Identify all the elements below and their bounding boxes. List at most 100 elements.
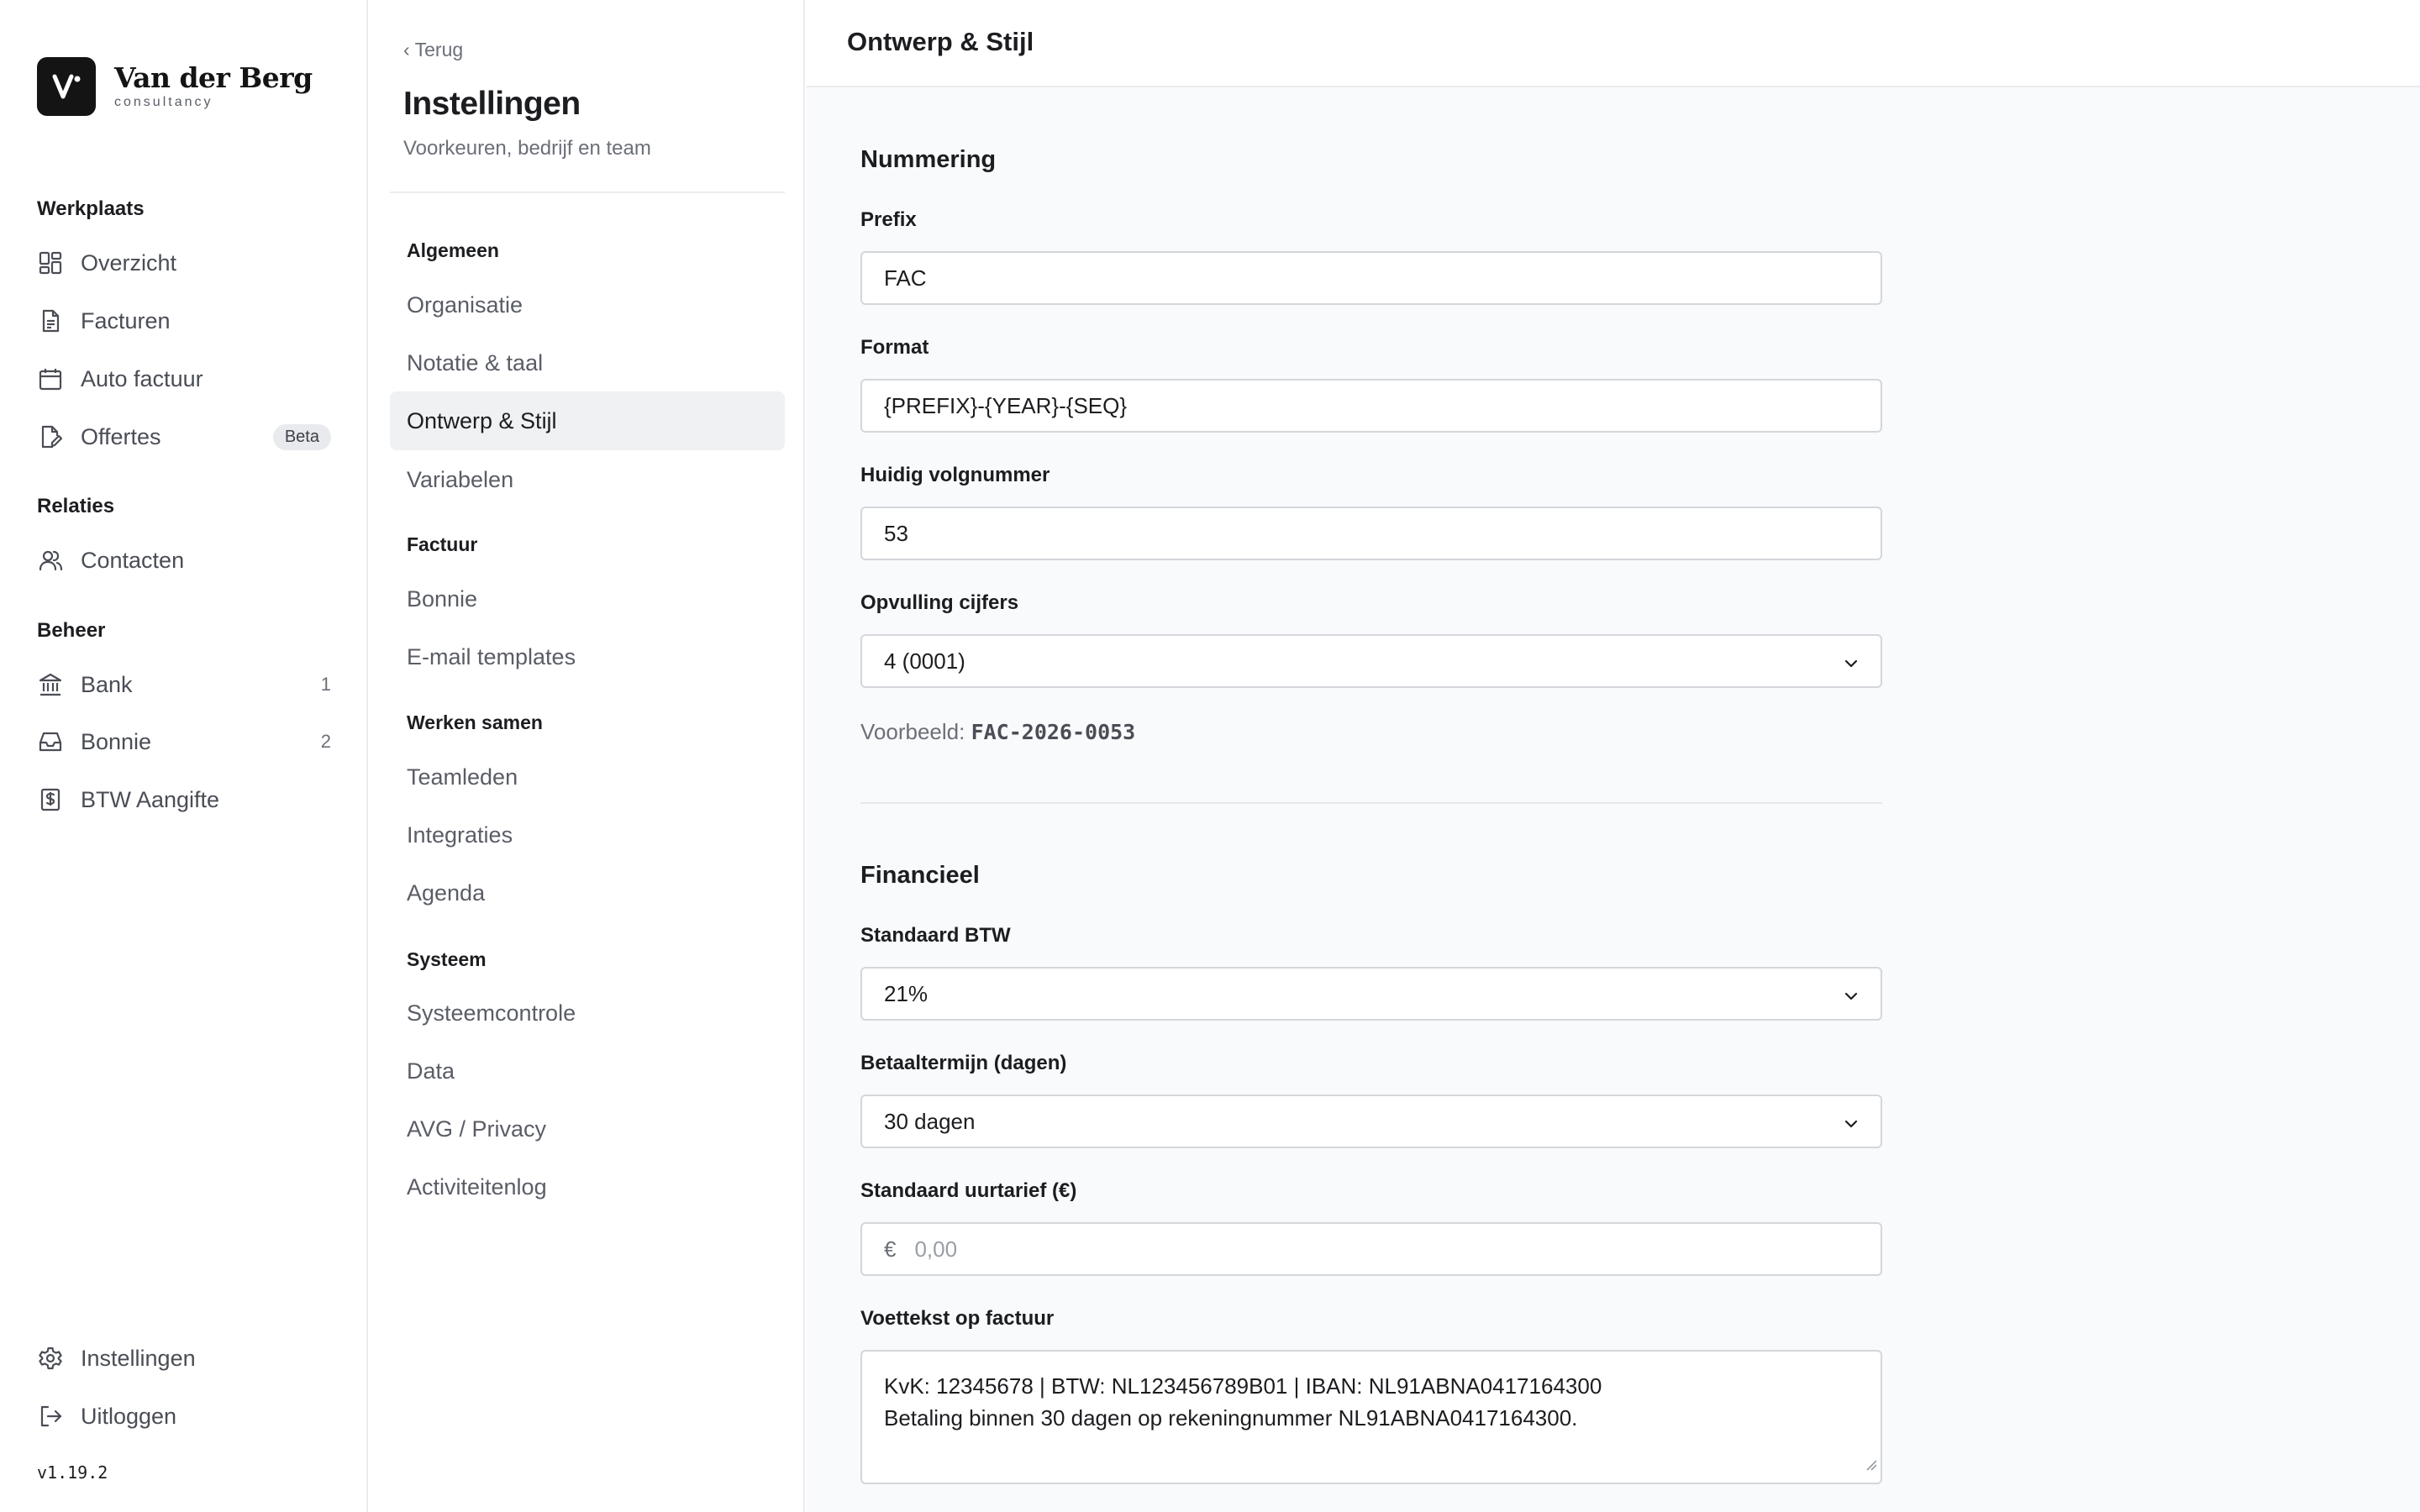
divider: [390, 192, 785, 193]
nav-section-relations: Relaties: [37, 495, 115, 517]
settings-group-team: Werken samen: [407, 711, 543, 733]
vat-value: 21%: [884, 980, 929, 1006]
nav-item-label: Contacten: [81, 547, 185, 573]
settings-item-data[interactable]: Data: [390, 1042, 785, 1100]
settings-title: Instellingen: [403, 86, 581, 122]
format-input[interactable]: {PREFIX}-{YEAR}-{SEQ}: [860, 379, 1882, 433]
section-title-financial: Financieel: [860, 862, 980, 889]
prefix-value: FAC: [884, 265, 927, 291]
logout-icon: [37, 1403, 64, 1430]
brand-logo-icon: [37, 57, 96, 116]
nav-item-auto-invoice[interactable]: Auto factuur: [37, 357, 331, 401]
settings-item-agenda[interactable]: Agenda: [390, 864, 785, 922]
settings-item-receipts[interactable]: Bonnie: [390, 570, 785, 628]
document-icon: [37, 307, 64, 334]
chevron-down-icon: [1842, 985, 1860, 1011]
nav-item-receipts[interactable]: Bonnie 2: [37, 720, 331, 764]
nav-item-logout[interactable]: Uitloggen: [37, 1394, 331, 1438]
settings-item-integrations[interactable]: Integraties: [390, 806, 785, 864]
count-badge: 2: [320, 731, 331, 752]
format-label: Format: [860, 336, 929, 359]
sequence-value: 53: [884, 520, 908, 546]
nav-item-contacts[interactable]: Contacten: [37, 538, 331, 582]
nav-item-label: Facturen: [81, 307, 171, 333]
chevron-down-icon: [1842, 653, 1860, 679]
users-icon: [37, 547, 64, 574]
currency-symbol: €: [884, 1236, 897, 1262]
main-sidebar: Van der Berg consultancy Werkplaats Over…: [0, 0, 368, 1512]
nav-item-overview[interactable]: Overzicht: [37, 241, 331, 285]
example-value: FAC-2026-0053: [971, 720, 1136, 744]
hourly-rate-input[interactable]: € 0,00: [860, 1222, 1882, 1276]
payment-term-value: 30 dagen: [884, 1108, 976, 1134]
settings-group-invoice: Factuur: [407, 533, 478, 555]
dashboard-icon: [37, 249, 64, 276]
prefix-input[interactable]: FAC: [860, 251, 1882, 305]
footer-line-1: KvK: 12345678 | BTW: NL123456789B01 | IB…: [884, 1373, 1602, 1399]
page-title: Ontwerp & Stijl: [847, 27, 1034, 56]
nav-item-vat[interactable]: BTW Aangifte: [37, 778, 331, 822]
section-title-numbering: Nummering: [860, 146, 997, 173]
padding-value: 4 (0001): [884, 648, 965, 674]
brand-name: Van der Berg: [114, 61, 313, 94]
sequence-label: Huidig volgnummer: [860, 464, 1050, 486]
settings-item-organisation[interactable]: Organisatie: [390, 276, 785, 334]
nav-section-manage: Beheer: [37, 619, 106, 642]
padding-label: Opvulling cijfers: [860, 591, 1019, 614]
settings-item-notation[interactable]: Notatie & taal: [390, 333, 785, 392]
section-divider: [860, 802, 1882, 804]
chevron-down-icon: [1842, 1113, 1860, 1139]
example-label: Voorbeeld:: [860, 719, 965, 744]
padding-select[interactable]: 4 (0001): [860, 634, 1882, 688]
nav-item-label: Offertes: [81, 423, 161, 449]
invoice-footer-textarea[interactable]: KvK: 12345678 | BTW: NL123456789B01 | IB…: [860, 1350, 1882, 1484]
nav-item-label: Overzicht: [81, 249, 177, 276]
hourly-rate-label: Standaard uurtarief (€): [860, 1179, 1077, 1202]
nav-item-quotes[interactable]: Offertes Beta: [37, 415, 331, 459]
footer-line-2: Betaling binnen 30 dagen op rekeningnumm…: [884, 1405, 1578, 1431]
settings-item-variables[interactable]: Variabelen: [390, 450, 785, 509]
settings-sidebar: ‹ Terug Instellingen Voorkeuren, bedrijf…: [370, 0, 805, 1512]
vat-label: Standaard BTW: [860, 924, 1011, 947]
document-edit-icon: [37, 423, 64, 450]
receipt-dollar-icon: [37, 786, 64, 813]
payment-term-label: Betaaltermijn (dagen): [860, 1052, 1067, 1074]
prefix-label: Prefix: [860, 208, 917, 231]
nav-item-label: Bank: [81, 671, 133, 697]
main-content: Ontwerp & Stijl Nummering Prefix FAC For…: [807, 0, 2420, 1512]
bank-icon: [37, 671, 64, 698]
settings-item-team-members[interactable]: Teamleden: [390, 748, 785, 806]
page-header: Ontwerp & Stijl: [807, 0, 2420, 87]
settings-subtitle: Voorkeuren, bedrijf en team: [403, 137, 651, 160]
gear-icon: [37, 1345, 64, 1372]
nav-item-settings[interactable]: Instellingen: [37, 1336, 331, 1380]
nav-item-label: Bonnie: [81, 728, 152, 754]
vat-select[interactable]: 21%: [860, 967, 1882, 1021]
nav-item-label: Auto factuur: [81, 365, 203, 391]
settings-item-system-check[interactable]: Systeemcontrole: [390, 984, 785, 1042]
nav-item-invoices[interactable]: Facturen: [37, 299, 331, 343]
beta-badge: Beta: [272, 423, 331, 450]
settings-item-activity-log[interactable]: Activiteitenlog: [390, 1158, 785, 1216]
sequence-input[interactable]: 53: [860, 507, 1882, 560]
settings-group-system: Systeem: [407, 948, 487, 970]
settings-group-general: Algemeen: [407, 239, 499, 261]
calendar-icon: [37, 365, 64, 392]
brand-subtitle: consultancy: [114, 95, 213, 109]
count-badge: 1: [320, 674, 331, 695]
brand[interactable]: Van der Berg consultancy: [37, 57, 313, 116]
hourly-rate-placeholder: 0,00: [914, 1236, 958, 1262]
resize-handle-icon[interactable]: [1864, 1447, 1877, 1479]
nav-item-label: Uitloggen: [81, 1403, 177, 1429]
settings-item-email-templates[interactable]: E-mail templates: [390, 627, 785, 686]
nav-item-bank[interactable]: Bank 1: [37, 663, 331, 706]
nav-section-workspace: Werkplaats: [37, 197, 145, 220]
app-version: v1.19.2: [37, 1462, 108, 1483]
inbox-icon: [37, 728, 64, 755]
nav-item-label: BTW Aangifte: [81, 786, 220, 812]
payment-term-select[interactable]: 30 dagen: [860, 1095, 1882, 1148]
format-value: {PREFIX}-{YEAR}-{SEQ}: [884, 392, 1128, 418]
back-link[interactable]: ‹ Terug: [403, 39, 463, 61]
settings-item-design[interactable]: Ontwerp & Stijl: [390, 391, 785, 450]
settings-item-privacy[interactable]: AVG / Privacy: [390, 1100, 785, 1158]
